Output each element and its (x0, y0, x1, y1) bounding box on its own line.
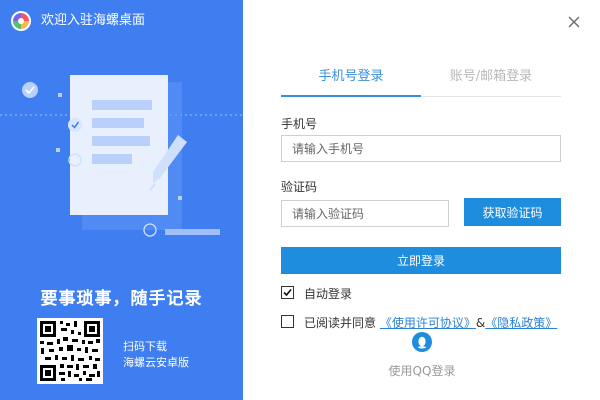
get-code-button[interactable]: 获取验证码 (464, 198, 561, 226)
phone-input[interactable] (281, 135, 561, 162)
app-title: 欢迎入驻海螺桌面 (41, 13, 146, 28)
left-panel: 欢迎入驻海螺桌面 要事琐事，随手记录 扫码下载 海螺云安卓版 (0, 0, 243, 400)
agree-terms-checkbox[interactable] (281, 315, 294, 328)
code-label: 验证码 (281, 180, 318, 194)
qq-penguin-icon (418, 336, 426, 349)
phone-label: 手机号 (281, 117, 318, 131)
snail-logo-icon (11, 11, 31, 31)
agree-terms-text: 已阅读并同意 《使用许可协议》&《隐私政策》 (304, 314, 557, 331)
tab-active-indicator (281, 95, 421, 97)
verification-code-input[interactable] (281, 200, 449, 227)
qr-caption-line1: 扫码下载 (123, 340, 167, 353)
qr-code-icon (37, 318, 103, 384)
tab-account-login[interactable]: 账号/邮箱登录 (421, 65, 561, 84)
auto-login-checkbox[interactable] (281, 286, 294, 299)
tab-phone-login[interactable]: 手机号登录 (281, 65, 421, 84)
qr-code (37, 318, 103, 384)
license-agreement-link[interactable]: 《使用许可协议》 (380, 316, 476, 330)
ampersand: & (475, 316, 486, 330)
agree-prefix: 已阅读并同意 (304, 316, 377, 330)
notes-illustration (0, 75, 243, 237)
qq-login-button[interactable] (412, 332, 432, 352)
privacy-policy-link[interactable]: 《隐私政策》 (485, 316, 557, 330)
checkmark-icon (283, 288, 292, 297)
close-icon[interactable] (564, 12, 584, 32)
qq-login-label[interactable]: 使用QQ登录 (372, 362, 472, 379)
qr-caption-line2: 海螺云安卓版 (123, 356, 189, 369)
brand: 欢迎入驻海螺桌面 (10, 10, 145, 32)
slogan: 要事琐事，随手记录 (40, 289, 203, 309)
login-button[interactable]: 立即登录 (281, 247, 561, 274)
auto-login-label: 自动登录 (304, 287, 353, 301)
